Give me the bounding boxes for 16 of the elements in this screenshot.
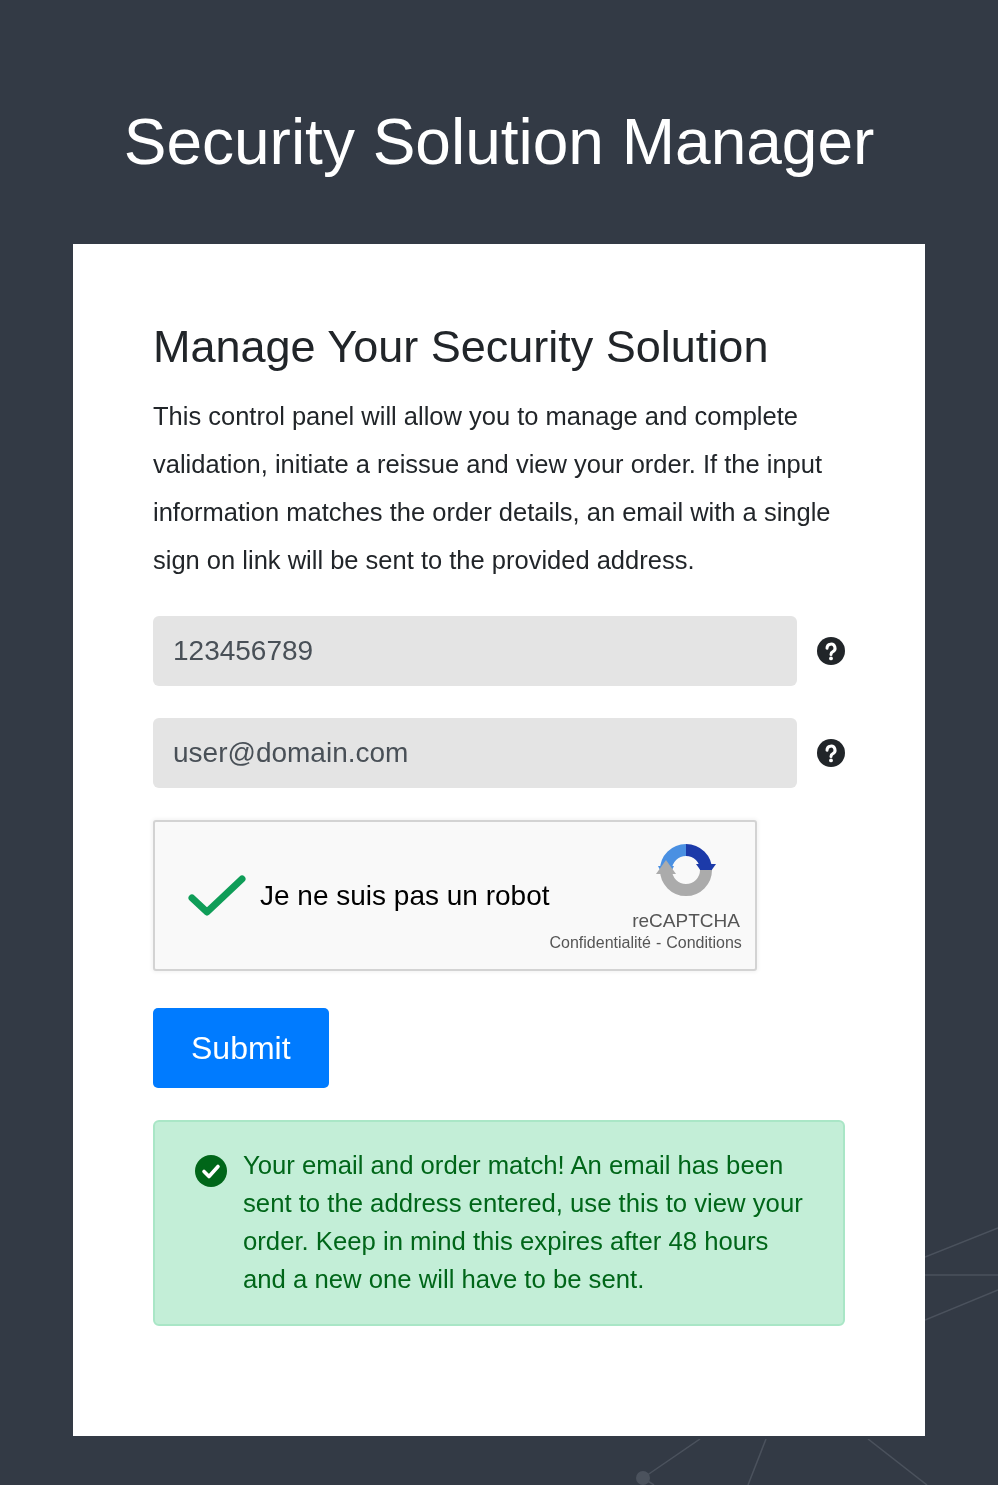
help-icon[interactable] [817, 739, 845, 767]
captcha-label: Je ne suis pas un robot [260, 878, 550, 913]
checkmark-icon[interactable] [188, 873, 246, 918]
help-icon[interactable] [817, 637, 845, 665]
panel-description: This control panel will allow you to manage and complete validation, initiate a reissue and view your order. If the input information matches the order details, an email with a single sign on link will be sent to the provided address. [153, 401, 832, 576]
link-separator: - [655, 932, 662, 953]
captcha-brand: reCAPTCHA [632, 909, 740, 933]
captcha-link[interactable]: Conditions [666, 932, 742, 954]
submit-button[interactable]: Submit [153, 1008, 329, 1088]
input-field[interactable]: 123456789 [153, 616, 797, 686]
alert-message: Your email and order match! An email has been sent to the address entered, use this to view your order. Keep in mind this expires after 48 hours and a new one will have to be sent. [243, 1150, 804, 1295]
captcha-link[interactable]: Confidentialité [549, 932, 651, 954]
input-field[interactable]: user@domain.com [153, 718, 797, 788]
panel-heading: Manage Your Security Solution [153, 320, 770, 374]
check-circle-icon [195, 1155, 227, 1187]
page-title: Security Solution Manager [122, 105, 876, 180]
